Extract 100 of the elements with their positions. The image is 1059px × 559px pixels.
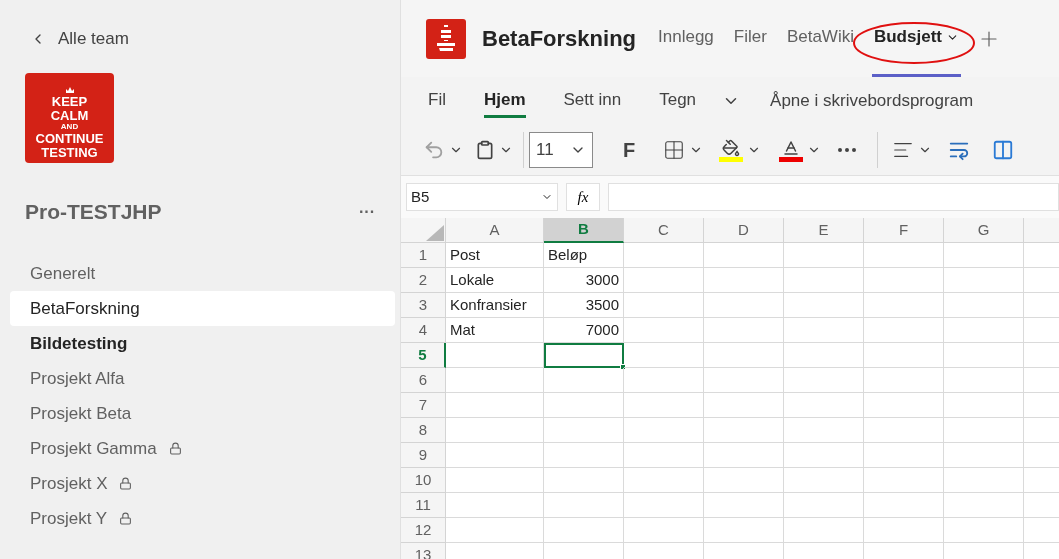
table-cell[interactable]	[784, 318, 864, 343]
table-cell[interactable]	[446, 493, 544, 518]
table-cell[interactable]: 3500	[544, 293, 624, 318]
formula-input[interactable]	[608, 183, 1059, 211]
row-header[interactable]: 12	[401, 518, 446, 543]
table-cell[interactable]	[704, 293, 784, 318]
table-cell[interactable]	[784, 368, 864, 393]
table-cell[interactable]	[864, 343, 944, 368]
table-cell[interactable]	[544, 418, 624, 443]
row-header[interactable]: 10	[401, 468, 446, 493]
row-header[interactable]: 6	[401, 368, 446, 393]
table-cell[interactable]	[784, 343, 864, 368]
table-cell[interactable]	[864, 493, 944, 518]
table-cell[interactable]	[784, 493, 864, 518]
table-cell[interactable]	[624, 243, 704, 268]
table-cell[interactable]: 3000	[544, 268, 624, 293]
table-cell[interactable]	[704, 518, 784, 543]
merge-icon[interactable]	[992, 139, 1015, 161]
table-cell[interactable]	[624, 293, 704, 318]
row-header[interactable]: 4	[401, 318, 446, 343]
table-cell[interactable]	[704, 243, 784, 268]
table-cell[interactable]	[704, 268, 784, 293]
table-cell[interactable]	[864, 443, 944, 468]
channel-item[interactable]: Generelt	[10, 256, 395, 291]
table-cell[interactable]	[784, 293, 864, 318]
channel-item[interactable]: Prosjekt X	[10, 466, 395, 501]
table-cell[interactable]	[944, 343, 1024, 368]
column-header[interactable]: D	[704, 218, 784, 243]
table-cell[interactable]	[544, 393, 624, 418]
table-cell[interactable]	[864, 393, 944, 418]
table-cell[interactable]	[446, 368, 544, 393]
channel-item[interactable]: Prosjekt Y	[10, 501, 395, 536]
column-header[interactable]: G	[944, 218, 1024, 243]
table-cell[interactable]	[944, 318, 1024, 343]
table-cell[interactable]: Konfransier	[446, 293, 544, 318]
column-header[interactable]: E	[784, 218, 864, 243]
row-header[interactable]: 3	[401, 293, 446, 318]
table-cell[interactable]	[446, 518, 544, 543]
back-link[interactable]: Alle team	[58, 26, 129, 52]
table-cell[interactable]	[704, 318, 784, 343]
table-cell[interactable]	[784, 393, 864, 418]
table-cell[interactable]	[624, 393, 704, 418]
table-cell[interactable]: 7000	[544, 318, 624, 343]
table-cell[interactable]	[624, 468, 704, 493]
table-cell[interactable]	[446, 418, 544, 443]
fill-handle[interactable]	[620, 364, 626, 370]
table-cell[interactable]	[446, 468, 544, 493]
table-cell[interactable]	[624, 518, 704, 543]
channel-tab[interactable]: Innlegg	[656, 0, 716, 77]
channel-item[interactable]: Prosjekt Gamma	[10, 431, 395, 466]
table-cell[interactable]	[944, 243, 1024, 268]
table-cell[interactable]	[944, 493, 1024, 518]
table-cell[interactable]	[544, 518, 624, 543]
table-cell[interactable]: Beløp	[544, 243, 624, 268]
channel-item[interactable]: Prosjekt Alfa	[10, 361, 395, 396]
table-cell[interactable]	[864, 243, 944, 268]
table-cell[interactable]	[784, 518, 864, 543]
ribbon-tab[interactable]: Hjem	[483, 84, 526, 118]
table-cell[interactable]	[704, 343, 784, 368]
table-cell[interactable]	[784, 243, 864, 268]
table-cell[interactable]	[864, 293, 944, 318]
channel-item[interactable]: Bildetesting	[10, 326, 395, 361]
font-color-icon[interactable]	[782, 138, 801, 157]
open-desktop-button[interactable]: Åpne i skrivebordsprogram	[770, 88, 974, 114]
row-header[interactable]: 1	[401, 243, 446, 268]
table-cell[interactable]	[944, 468, 1024, 493]
channel-item[interactable]: Prosjekt Beta	[10, 396, 395, 431]
channel-tab[interactable]: BetaWiki	[784, 0, 856, 77]
row-header[interactable]: 7	[401, 393, 446, 418]
row-header[interactable]: 13	[401, 543, 446, 559]
table-cell[interactable]	[784, 418, 864, 443]
table-cell[interactable]	[544, 368, 624, 393]
table-cell[interactable]	[864, 518, 944, 543]
column-header[interactable]: C	[624, 218, 704, 243]
table-cell[interactable]	[704, 493, 784, 518]
table-cell[interactable]	[784, 468, 864, 493]
more-options-button[interactable]: ···	[359, 200, 375, 224]
table-cell[interactable]	[624, 318, 704, 343]
column-header[interactable]: B	[544, 218, 624, 243]
row-header[interactable]: 9	[401, 443, 446, 468]
channel-item[interactable]: BetaForskning	[10, 291, 395, 326]
table-cell[interactable]	[864, 418, 944, 443]
paste-icon[interactable]	[475, 140, 495, 160]
table-cell[interactable]	[704, 468, 784, 493]
table-cell[interactable]	[944, 393, 1024, 418]
row-header[interactable]: 5	[401, 343, 446, 368]
table-cell[interactable]	[944, 293, 1024, 318]
row-header[interactable]: 8	[401, 418, 446, 443]
table-cell[interactable]: Post	[446, 243, 544, 268]
table-cell[interactable]	[704, 443, 784, 468]
column-header[interactable]: A	[446, 218, 544, 243]
table-cell[interactable]	[944, 368, 1024, 393]
borders-icon[interactable]	[663, 139, 686, 161]
table-cell[interactable]	[704, 393, 784, 418]
table-cell[interactable]	[784, 443, 864, 468]
column-header[interactable]: F	[864, 218, 944, 243]
table-cell[interactable]	[704, 418, 784, 443]
table-cell[interactable]	[624, 443, 704, 468]
table-cell[interactable]	[624, 343, 704, 368]
table-cell[interactable]	[624, 368, 704, 393]
